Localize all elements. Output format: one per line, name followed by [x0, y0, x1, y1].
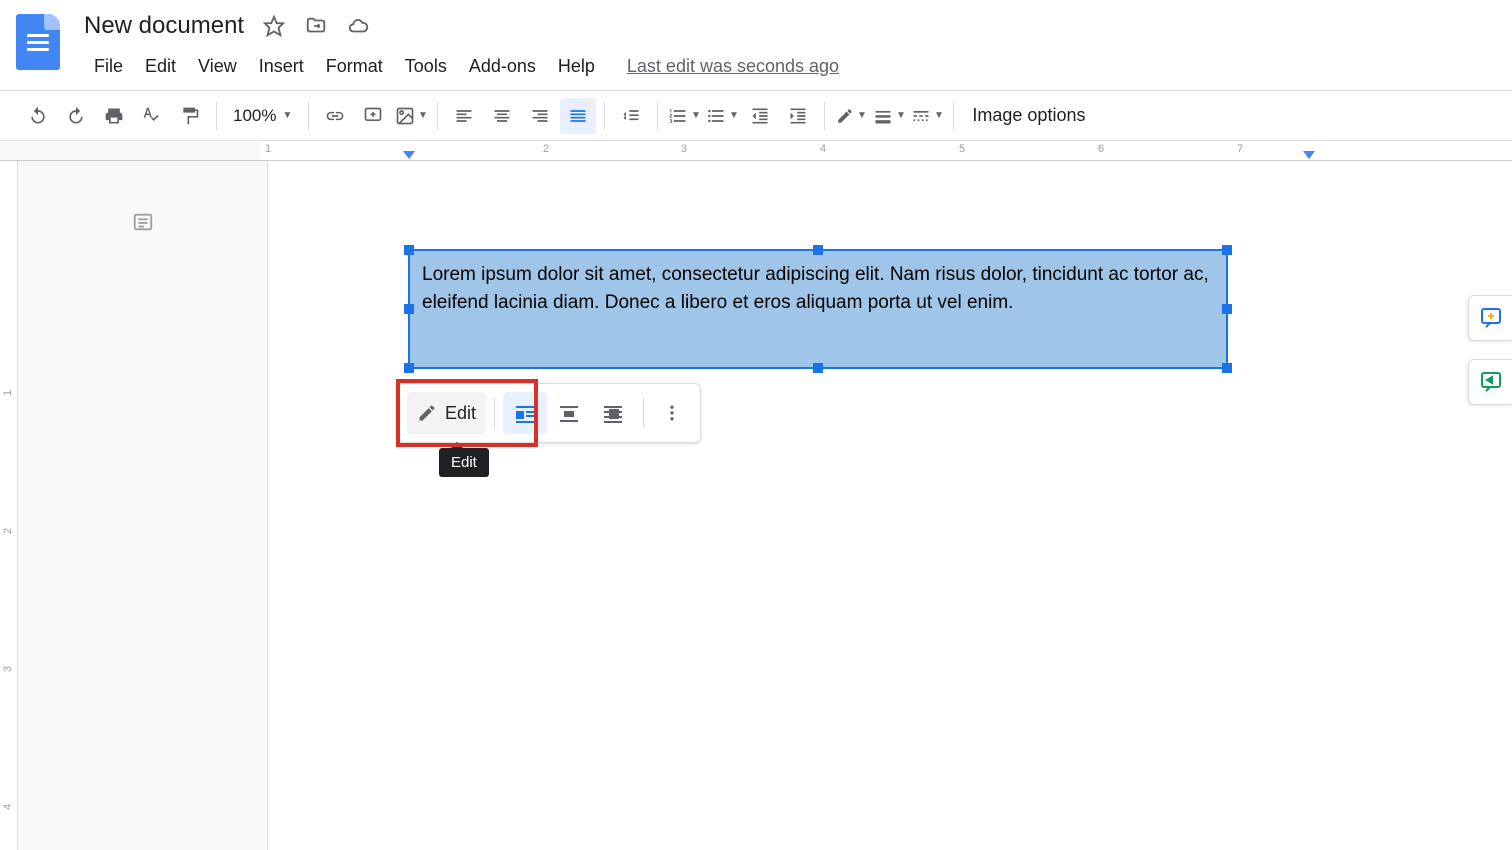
- align-center-button[interactable]: [484, 98, 520, 134]
- bulleted-list-button[interactable]: ▼: [704, 98, 740, 134]
- menu-view[interactable]: View: [188, 52, 247, 81]
- ruler-mark: 2: [543, 143, 549, 155]
- selected-textbox[interactable]: Lorem ipsum dolor sit amet, consectetur …: [408, 249, 1228, 369]
- align-right-button[interactable]: [522, 98, 558, 134]
- resize-handle-tr[interactable]: [1222, 245, 1232, 255]
- insert-link-button[interactable]: [317, 98, 353, 134]
- undo-button[interactable]: [20, 98, 56, 134]
- resize-handle-bc[interactable]: [813, 363, 823, 373]
- paint-format-button[interactable]: [172, 98, 208, 134]
- wrap-inline-icon: [513, 401, 537, 425]
- spellcheck-button[interactable]: [134, 98, 170, 134]
- ruler-mark: 5: [959, 143, 965, 155]
- toolbar: 100% ▼ ▼ ▼ ▼ ▼ ▼ ▼ Image options: [0, 91, 1512, 141]
- menu-addons[interactable]: Add-ons: [459, 52, 546, 81]
- resize-handle-tc[interactable]: [813, 245, 823, 255]
- suggest-edits-tab[interactable]: [1468, 359, 1512, 405]
- horizontal-ruler[interactable]: 1 2 3 4 5 6 7: [0, 141, 1512, 161]
- border-weight-button[interactable]: ▼: [871, 98, 907, 134]
- add-comment-tab[interactable]: [1468, 295, 1512, 341]
- ruler-mark: 7: [1237, 143, 1243, 155]
- pencil-icon: [417, 403, 437, 423]
- ruler-mark: 3: [2, 666, 14, 672]
- wrap-break-icon: [557, 401, 581, 425]
- edit-label: Edit: [445, 403, 476, 424]
- menu-help[interactable]: Help: [548, 52, 605, 81]
- header: New document File Edit View Insert Forma…: [0, 0, 1512, 91]
- menu-insert[interactable]: Insert: [249, 52, 314, 81]
- outline-panel: [18, 161, 268, 850]
- document-title[interactable]: New document: [84, 12, 244, 40]
- resize-handle-mr[interactable]: [1222, 304, 1232, 314]
- print-button[interactable]: [96, 98, 132, 134]
- resize-handle-br[interactable]: [1222, 363, 1232, 373]
- insert-image-button[interactable]: ▼: [393, 98, 429, 134]
- resize-handle-tl[interactable]: [404, 245, 414, 255]
- edit-button[interactable]: Edit: [407, 392, 486, 434]
- border-dash-button[interactable]: ▼: [909, 98, 945, 134]
- decrease-indent-button[interactable]: [742, 98, 778, 134]
- star-icon[interactable]: [262, 14, 286, 38]
- ruler-mark: 1: [265, 143, 271, 155]
- ruler-mark: 4: [2, 804, 14, 810]
- vertical-ruler[interactable]: 1 2 3 4: [0, 161, 18, 850]
- increase-indent-button[interactable]: [780, 98, 816, 134]
- context-toolbar: Edit: [398, 383, 701, 443]
- cloud-status-icon[interactable]: [346, 14, 370, 38]
- align-left-button[interactable]: [446, 98, 482, 134]
- title-area: New document File Edit View Insert Forma…: [84, 8, 1496, 81]
- menu-format[interactable]: Format: [316, 52, 393, 81]
- wrap-behind-button[interactable]: [591, 392, 635, 434]
- dropdown-arrow-icon: ▼: [282, 110, 292, 121]
- numbered-list-button[interactable]: ▼: [666, 98, 702, 134]
- indent-marker-left[interactable]: [403, 151, 415, 159]
- menu-bar: File Edit View Insert Format Tools Add-o…: [84, 52, 1496, 81]
- textbox-content: Lorem ipsum dolor sit amet, consectetur …: [422, 261, 1214, 316]
- add-comment-button[interactable]: [355, 98, 391, 134]
- image-options-button[interactable]: Image options: [972, 105, 1085, 126]
- ruler-mark: 2: [2, 528, 14, 534]
- resize-handle-ml[interactable]: [404, 304, 414, 314]
- ruler-mark: 1: [2, 390, 14, 396]
- line-spacing-button[interactable]: [613, 98, 649, 134]
- ruler-mark: 6: [1098, 143, 1104, 155]
- more-options-button[interactable]: [652, 392, 692, 434]
- zoom-select[interactable]: 100% ▼: [225, 106, 300, 126]
- indent-marker-right[interactable]: [1303, 151, 1315, 159]
- more-vertical-icon: [662, 403, 682, 423]
- wrap-behind-icon: [601, 401, 625, 425]
- edit-tooltip: Edit: [439, 448, 489, 477]
- document-page[interactable]: Lorem ipsum dolor sit amet, consectetur …: [268, 161, 1512, 850]
- ruler-mark: 4: [820, 143, 826, 155]
- wrap-break-button[interactable]: [547, 392, 591, 434]
- menu-file[interactable]: File: [84, 52, 133, 81]
- menu-tools[interactable]: Tools: [395, 52, 457, 81]
- resize-handle-bl[interactable]: [404, 363, 414, 373]
- last-edit-link[interactable]: Last edit was seconds ago: [627, 56, 839, 77]
- ruler-mark: 3: [681, 143, 687, 155]
- right-side-tabs: [1468, 295, 1512, 405]
- move-folder-icon[interactable]: [304, 14, 328, 38]
- menu-edit[interactable]: Edit: [135, 52, 186, 81]
- redo-button[interactable]: [58, 98, 94, 134]
- align-justify-button[interactable]: [560, 98, 596, 134]
- canvas: 1 2 3 4 Lorem ipsum dolor sit amet, cons…: [0, 161, 1512, 850]
- zoom-value: 100%: [233, 106, 276, 126]
- outline-icon[interactable]: [132, 211, 154, 233]
- edit-tool-button[interactable]: ▼: [833, 98, 869, 134]
- wrap-inline-button[interactable]: [503, 392, 547, 434]
- docs-logo[interactable]: [16, 14, 60, 70]
